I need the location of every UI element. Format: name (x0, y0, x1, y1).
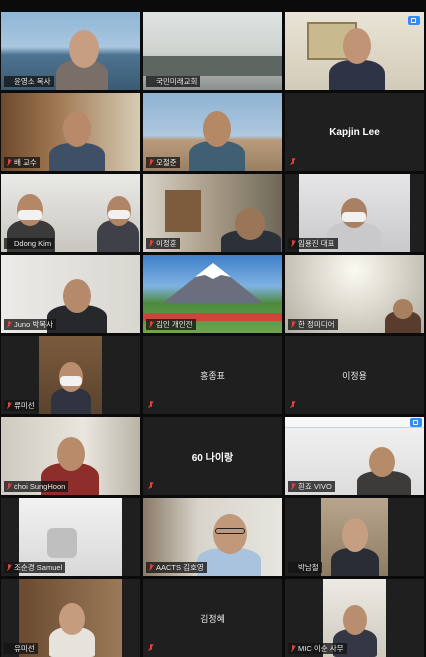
muted-mic-icon (6, 563, 12, 572)
participant-name-center: 홍종표 (200, 370, 225, 381)
participant-name: 조순경 Samuel (4, 562, 66, 573)
participant-tile[interactable]: 조순경 Samuel (1, 498, 140, 576)
muted-mic-icon (148, 158, 154, 167)
person-head (69, 30, 99, 68)
participant-tile[interactable]: 류미선 (1, 336, 140, 414)
face-mask (108, 210, 130, 219)
muted-mic-icon (290, 644, 296, 653)
participant-tile[interactable]: 윤영소 목사 (1, 12, 140, 90)
participant-tile[interactable]: Kapjin Lee (285, 93, 424, 171)
participant-tile[interactable]: 김인 개인전 (143, 255, 282, 333)
participant-name: MIC 이순 사무 (288, 643, 347, 654)
participant-name-center: 김정혜 (200, 613, 225, 624)
participant-name: 유미선 (4, 643, 38, 654)
person-body (331, 548, 379, 576)
participant-tile[interactable] (285, 12, 424, 90)
muted-mic-icon (290, 482, 296, 491)
person-head (213, 514, 247, 554)
participant-name: choi SungHoon (4, 481, 69, 492)
participant-tile[interactable]: 흰죠 VIVO (285, 417, 424, 495)
muted-mic-icon (290, 239, 296, 248)
participant-name: 오철준 (146, 157, 180, 168)
participant-name-center: Kapjin Lee (329, 126, 380, 138)
person-head (63, 279, 91, 313)
participant-tile[interactable]: 국민미래교회 (143, 12, 282, 90)
participant-tile[interactable]: 박남철 (285, 498, 424, 576)
face-mask (18, 210, 42, 220)
face-mask (60, 376, 82, 386)
person-head (203, 111, 231, 147)
participant-name: Juno 박목사 (4, 319, 57, 330)
participant-name: 윤영소 목사 (4, 76, 54, 87)
participant-name: 류미선 (4, 400, 38, 411)
participant-name-center: 60 나이랑 (191, 452, 234, 464)
muted-mic-icon (289, 157, 297, 167)
muted-mic-icon (148, 320, 154, 329)
participant-name: Ddong Kim (4, 238, 55, 249)
person-head (342, 518, 368, 552)
participant-tile[interactable]: choi SungHoon (1, 417, 140, 495)
muted-mic-icon (6, 158, 12, 167)
muted-mic-icon (148, 239, 154, 248)
participant-tile[interactable]: 오철준 (143, 93, 282, 171)
participant-tile[interactable]: Ddong Kim (1, 174, 140, 252)
participant-name: 이정훈 (146, 238, 180, 249)
muted-mic-icon (6, 320, 12, 329)
muted-mic-icon (6, 401, 12, 410)
muted-mic-icon (148, 563, 154, 572)
participant-tile[interactable]: AACTS 김호영 (143, 498, 282, 576)
muted-mic-icon (147, 400, 155, 410)
participant-name: 국민미래교회 (146, 76, 201, 87)
small-figure (47, 528, 77, 558)
participant-name: 배 교수 (4, 157, 40, 168)
participant-name: 김인 개인전 (146, 319, 196, 330)
participant-tile[interactable]: 홍종표 (143, 336, 282, 414)
person-head (369, 447, 395, 477)
person-head (63, 111, 91, 147)
audience-row (143, 56, 282, 76)
participant-tile[interactable]: 이정훈 (143, 174, 282, 252)
person-head (235, 208, 265, 240)
muted-mic-icon (290, 320, 296, 329)
participant-tile[interactable]: MIC 이순 사무 (285, 579, 424, 657)
participant-tile[interactable]: Juno 박목사 (1, 255, 140, 333)
muted-mic-icon (6, 482, 12, 491)
video-grid: 윤영소 목사 국민미래교회 배 교수 오철준 Kapjin Lee Ddong … (0, 0, 426, 657)
participant-tile[interactable]: 한 정미디어 (285, 255, 424, 333)
participant-name-center: 이정용 (342, 370, 367, 381)
video-camera-icon (408, 16, 420, 25)
video-camera-icon (410, 418, 422, 427)
participant-tile[interactable]: 이정용 (285, 336, 424, 414)
face-mask (342, 212, 366, 222)
muted-mic-icon (147, 643, 155, 653)
muted-mic-icon (147, 481, 155, 491)
participant-name: 임용진 대표 (288, 238, 338, 249)
glasses (215, 528, 245, 534)
person-head (393, 299, 413, 319)
participant-tile[interactable]: 배 교수 (1, 93, 140, 171)
participant-tile[interactable]: 김정혜 (143, 579, 282, 657)
participant-name: 박남철 (288, 562, 322, 573)
muted-mic-icon (289, 400, 297, 410)
person-body (49, 143, 105, 171)
person-body (329, 60, 385, 90)
bookshelf (165, 190, 201, 232)
screen-header (285, 417, 424, 428)
participant-name: 흰죠 VIVO (288, 481, 335, 492)
participant-tile[interactable]: 60 나이랑 (143, 417, 282, 495)
participant-name: 한 정미디어 (288, 319, 338, 330)
participant-tile[interactable]: 임용진 대표 (285, 174, 424, 252)
participant-name: AACTS 김호영 (146, 562, 207, 573)
participant-tile[interactable]: 유미선 (1, 579, 140, 657)
person-head (343, 28, 371, 64)
person-head (59, 603, 85, 635)
person-head (57, 437, 85, 471)
person-head (343, 605, 367, 635)
